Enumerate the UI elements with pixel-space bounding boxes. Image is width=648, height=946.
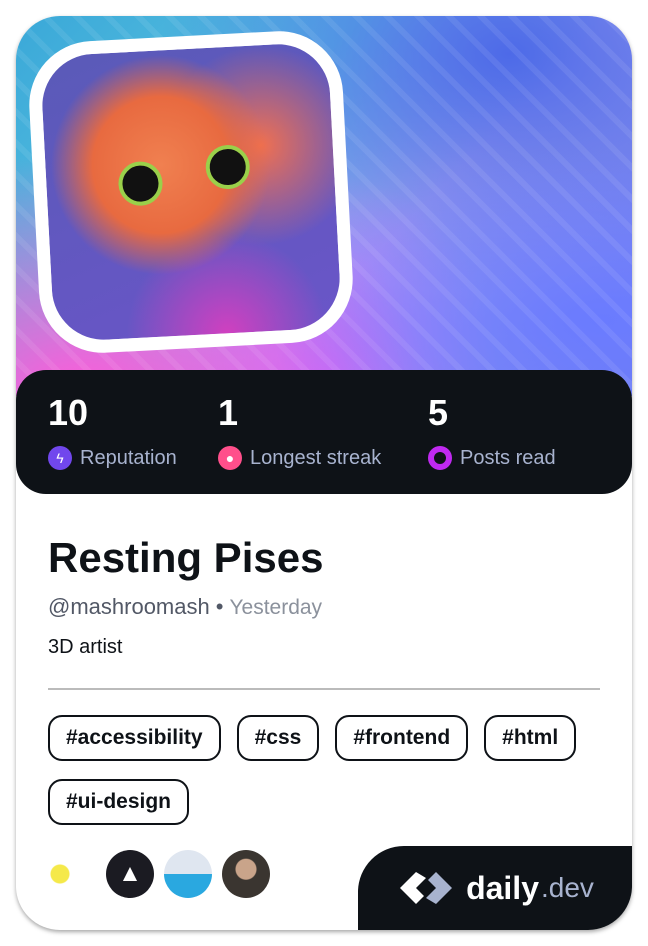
profile-bio: 3D artist bbox=[48, 636, 123, 658]
source-person[interactable] bbox=[222, 850, 270, 898]
brand-suffix: .dev bbox=[540, 872, 594, 903]
source-front-end-tribe[interactable] bbox=[48, 850, 96, 898]
stat-posts-read: 5 Posts read bbox=[428, 392, 556, 470]
profile-handle-line: @mashroomash • Yesterday bbox=[48, 594, 322, 620]
tag[interactable]: #accessibility bbox=[48, 715, 221, 761]
lightning-icon: ϟ bbox=[48, 446, 72, 470]
separator: • bbox=[215, 594, 224, 619]
joined-date: Yesterday bbox=[229, 596, 323, 619]
stat-label: Reputation bbox=[80, 446, 177, 469]
username: @mashroomash bbox=[48, 594, 210, 619]
source-list: ▲ bbox=[48, 850, 270, 898]
stat-value: 5 bbox=[428, 392, 449, 433]
daily-dev-logo-icon bbox=[400, 872, 453, 904]
flame-icon: ● bbox=[218, 446, 242, 470]
tag-list: #accessibility #css #frontend #html #ui-… bbox=[48, 715, 608, 825]
stat-value: 10 bbox=[48, 392, 89, 433]
tag[interactable]: #css bbox=[236, 715, 320, 761]
stat-label: Posts read bbox=[460, 446, 556, 469]
eye-icon bbox=[428, 446, 452, 470]
divider bbox=[48, 688, 600, 690]
stats-bar: 10 ϟ Reputation 1 ● Longest streak 5 Posts… bbox=[16, 370, 632, 494]
tag[interactable]: #html bbox=[484, 715, 577, 761]
stat-reputation: 10 ϟ Reputation bbox=[48, 392, 177, 470]
daily-dev-logo: daily .dev bbox=[358, 846, 632, 930]
profile-name: Resting Pises bbox=[48, 534, 324, 581]
tag[interactable]: #frontend bbox=[335, 715, 469, 761]
source-astro[interactable]: ▲ bbox=[106, 850, 154, 898]
source-developer[interactable] bbox=[164, 850, 212, 898]
brand-name: daily bbox=[466, 869, 539, 906]
stat-longest-streak: 1 ● Longest streak bbox=[218, 392, 381, 470]
tag[interactable]: #ui-design bbox=[48, 779, 190, 825]
avatar bbox=[26, 27, 356, 357]
profile-card: 10 ϟ Reputation 1 ● Longest streak 5 Posts… bbox=[16, 16, 632, 930]
stat-label: Longest streak bbox=[250, 446, 382, 469]
stat-value: 1 bbox=[218, 392, 239, 433]
